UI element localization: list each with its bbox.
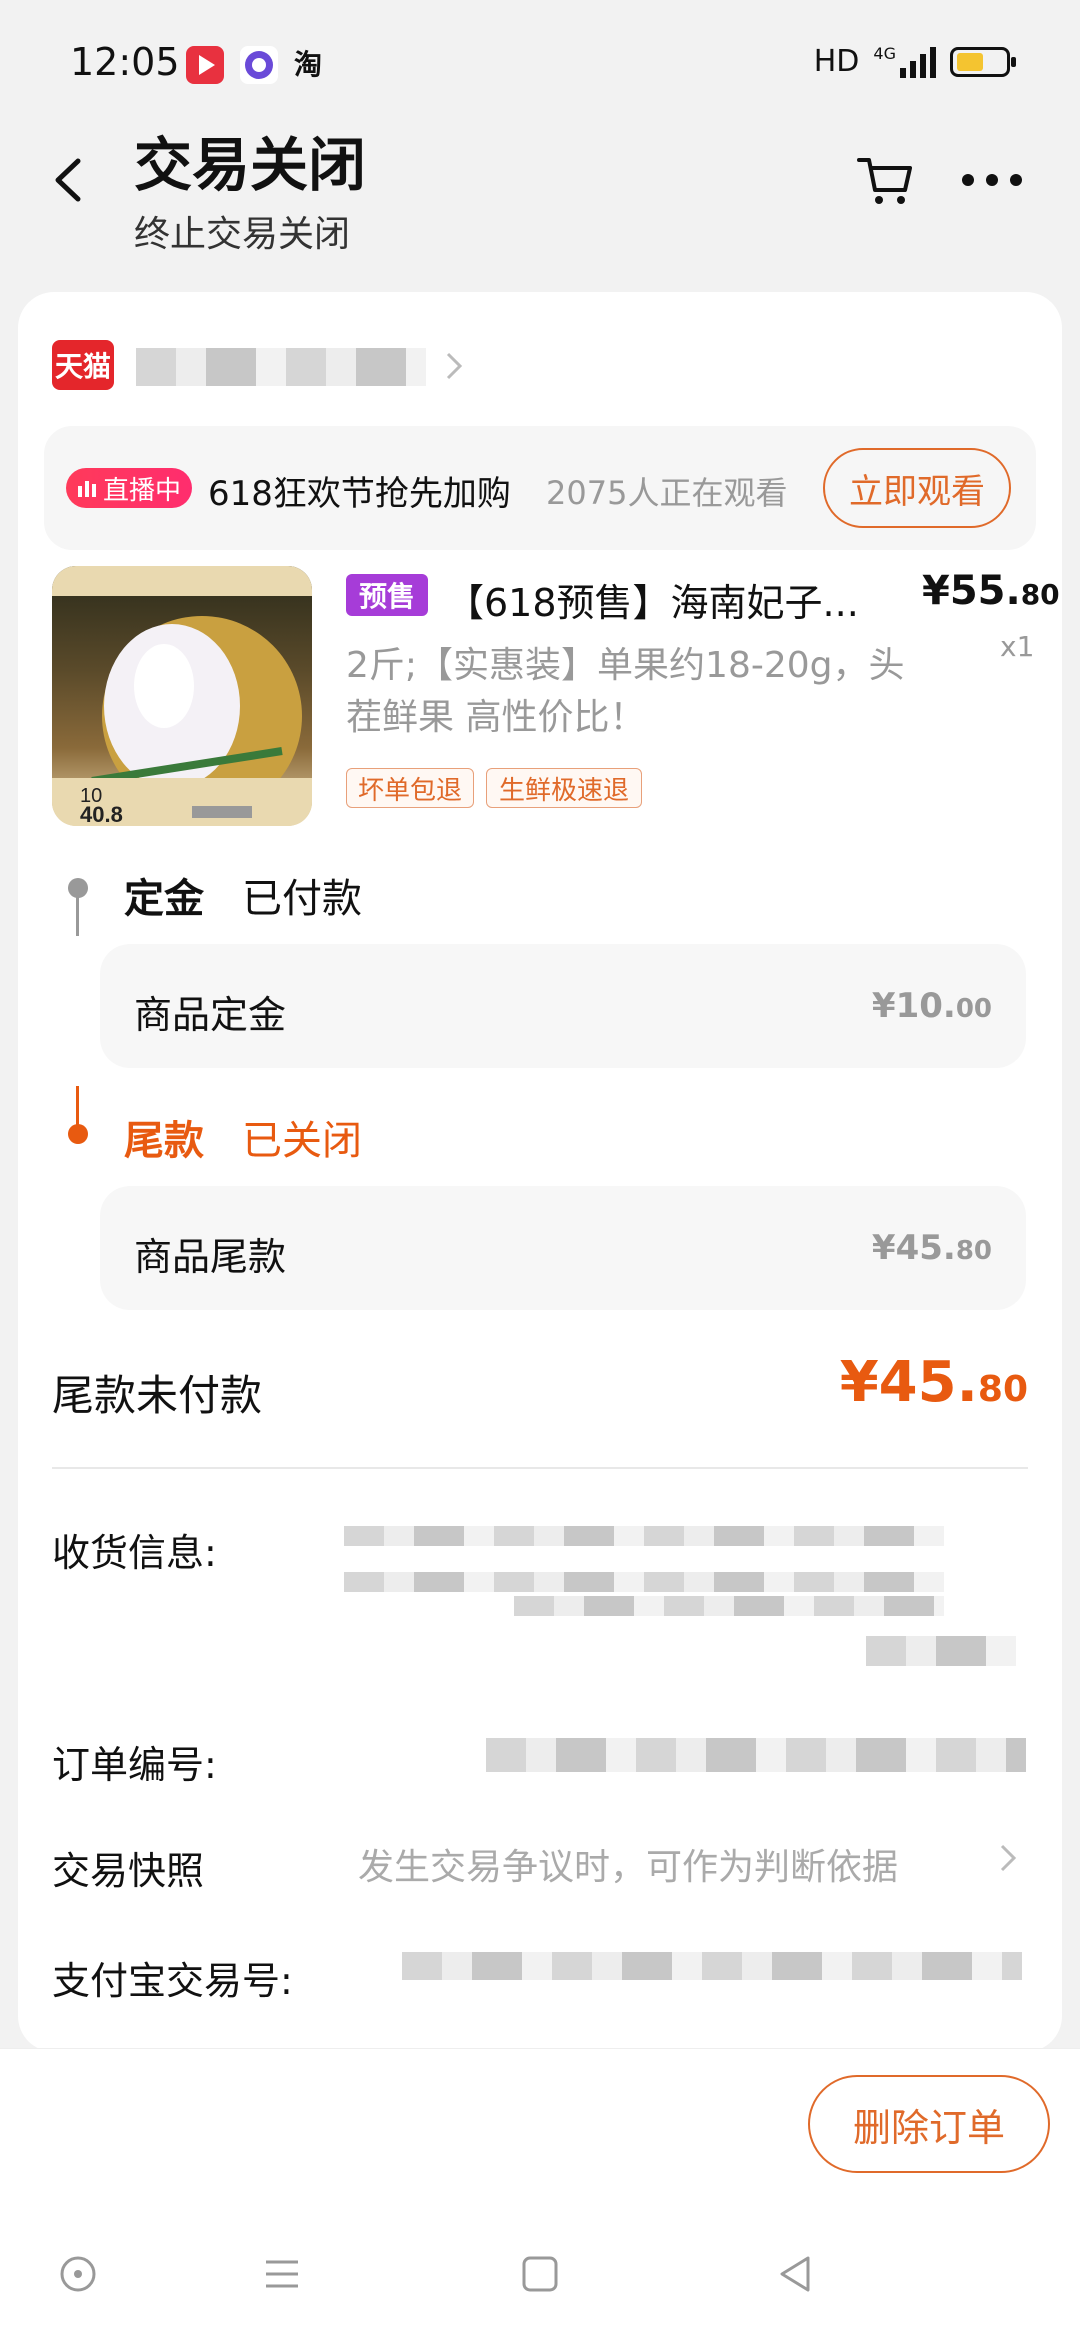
page-title: 交易关闭 [134, 131, 367, 199]
chevron-right-icon[interactable] [996, 1840, 1020, 1876]
final-label: 尾款 [124, 1118, 204, 1164]
home-nav-icon[interactable] [516, 2250, 564, 2298]
unpaid-amount: ¥45.80 [839, 1350, 1028, 1415]
deposit-label: 定金 [124, 876, 204, 922]
shipping-info-redacted [344, 1572, 944, 1592]
network-type: HD [813, 44, 860, 79]
shipping-info-redacted [866, 1636, 1016, 1666]
live-bars-icon [77, 481, 96, 497]
status-time: 12:05 [70, 40, 180, 84]
shipping-info-label: 收货信息: [52, 1531, 217, 1575]
chevron-right-icon[interactable] [442, 348, 466, 384]
final-item-label: 商品尾款 [134, 1235, 287, 1279]
svg-text:40.8: 40.8 [80, 802, 123, 826]
more-icon[interactable] [960, 170, 1024, 190]
chat-app-icon [240, 46, 278, 84]
deposit-status: 已付款 [242, 876, 362, 922]
alipay-number-redacted[interactable] [402, 1952, 1022, 1980]
product-quantity: x1 [1000, 630, 1035, 663]
cart-icon[interactable] [855, 150, 915, 210]
product-title[interactable]: 【618预售】海南妃子... [446, 572, 866, 627]
taobao-app-icon: 淘 [294, 48, 323, 81]
status-bar: 12:05 淘 HD 4G [0, 0, 1080, 120]
shipping-info-redacted [344, 1526, 944, 1546]
timeline-dot [68, 1124, 88, 1144]
product-price: ¥55.80 [922, 568, 1060, 614]
live-title: 618狂欢节抢先加购 [208, 474, 511, 514]
snapshot-hint[interactable]: 发生交易争议时，可作为判断依据 [358, 1838, 898, 1890]
service-tag: 生鲜极速退 [486, 768, 642, 808]
assistant-nav-icon[interactable] [54, 2250, 102, 2298]
back-button[interactable] [48, 155, 88, 205]
battery-icon [950, 46, 1016, 77]
alipay-number-label: 支付宝交易号: [52, 1959, 293, 2003]
live-badge: 直播中 [66, 468, 192, 508]
menu-nav-icon[interactable] [258, 2250, 306, 2298]
presale-tag: 预售 [346, 574, 428, 616]
watch-now-button[interactable]: 立即观看 [823, 448, 1011, 528]
page-subtitle: 终止交易关闭 [134, 214, 351, 255]
timeline-dot [68, 878, 88, 898]
video-app-icon [186, 46, 224, 84]
deposit-item-label: 商品定金 [134, 993, 287, 1037]
status-indicators: HD 4G [813, 44, 1016, 79]
product-image[interactable]: 10 40.8 [52, 566, 312, 826]
order-number-label: 订单编号: [52, 1743, 217, 1787]
signal-icon: 4G [873, 45, 936, 78]
tmall-logo: 天猫 [52, 340, 114, 390]
live-viewers: 2075人正在观看 [546, 474, 788, 512]
snapshot-label: 交易快照 [52, 1849, 205, 1893]
order-number-redacted[interactable] [486, 1738, 1026, 1772]
final-status: 已关闭 [242, 1118, 362, 1164]
delete-order-button[interactable]: 删除订单 [808, 2075, 1050, 2173]
timeline-line [76, 896, 79, 936]
final-amount: ¥45.80 [871, 1228, 992, 1268]
shipping-info-redacted [514, 1596, 944, 1616]
back-nav-icon[interactable] [772, 2250, 820, 2298]
service-tag: 坏单包退 [346, 768, 474, 808]
shop-name-redacted[interactable] [136, 348, 426, 386]
divider [52, 1467, 1028, 1469]
unpaid-label: 尾款未付款 [52, 1371, 263, 1420]
deposit-amount: ¥10.00 [871, 986, 992, 1026]
product-spec: 2斤;【实惠装】单果约18-20g，头茬鲜果 高性价比！ [346, 645, 905, 738]
